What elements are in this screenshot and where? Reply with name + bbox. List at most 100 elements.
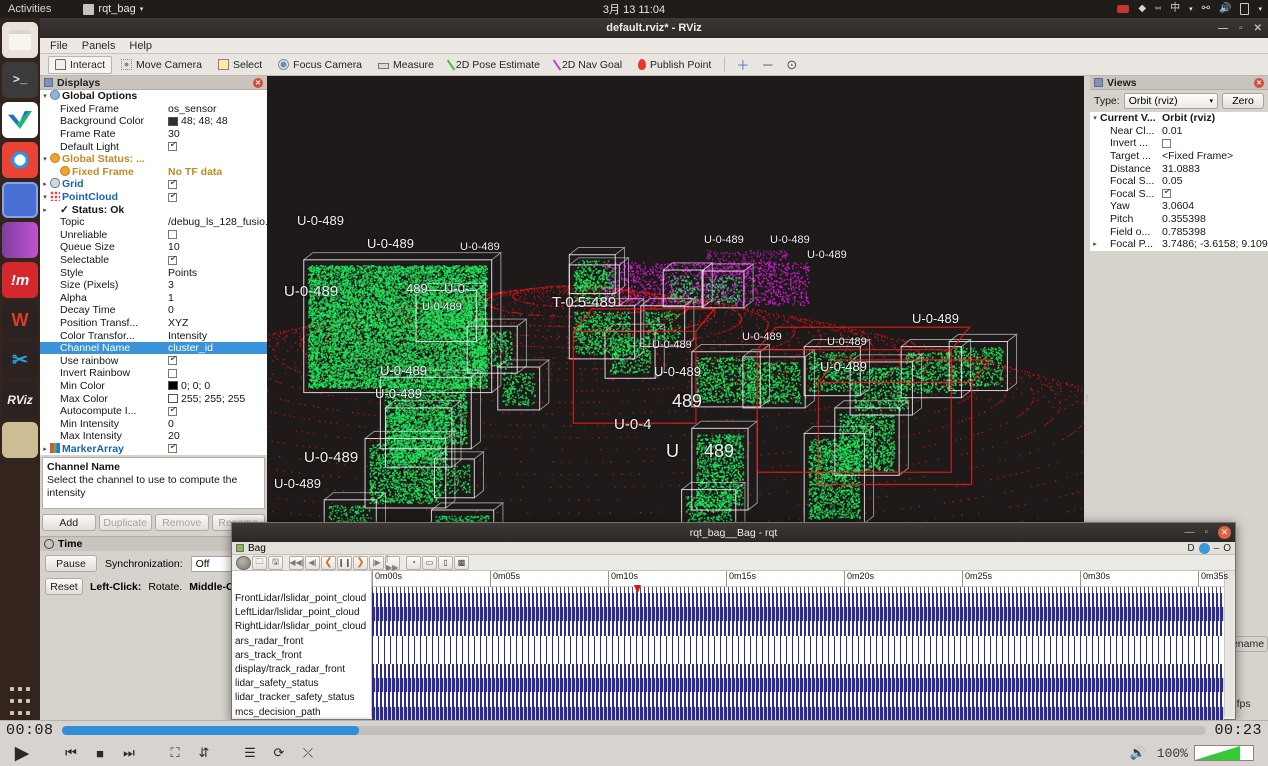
plugin-settings-icon[interactable] xyxy=(1199,543,1210,554)
dock-item-chrome[interactable] xyxy=(2,142,38,178)
expand-toggle-icon[interactable]: ▸ xyxy=(40,206,50,214)
expand-toggle-icon[interactable]: ▾ xyxy=(40,155,50,163)
add-tool-button[interactable]: ＋ xyxy=(731,55,754,74)
topic-row[interactable]: lidar_tracker_safety_status xyxy=(232,692,371,706)
close-icon[interactable]: ✕ xyxy=(1254,78,1264,88)
checkbox[interactable] xyxy=(168,142,177,151)
property-value-cell[interactable] xyxy=(168,230,267,239)
display-row[interactable]: ▸ ✓ Status: Ok xyxy=(40,203,267,216)
display-row[interactable]: Alpha 1 xyxy=(40,292,267,305)
property-value-cell[interactable]: 255; 255; 255 xyxy=(168,393,267,405)
last-frame-button[interactable]: |▶▶ xyxy=(385,556,400,570)
message-band[interactable] xyxy=(372,707,1224,721)
display-row[interactable]: ▸ MarkerArray xyxy=(40,443,267,456)
play-button[interactable]: ▶ xyxy=(6,741,38,765)
display-row[interactable]: Size (Pixels) 3 xyxy=(40,279,267,292)
topic-row[interactable]: ars_radar_front xyxy=(232,636,371,650)
display-row[interactable]: Autocompute I... xyxy=(40,405,267,418)
close-icon[interactable]: O xyxy=(1223,543,1231,554)
pause-button[interactable]: Pause xyxy=(45,555,97,572)
checkbox[interactable] xyxy=(168,407,177,416)
load-bag-button[interactable]: 🗀 xyxy=(252,556,267,570)
dock-item-im-app[interactable]: !m xyxy=(2,262,38,298)
tool-move-camera[interactable]: Move Camera xyxy=(114,56,209,74)
fullscreen-button[interactable]: ⛶ xyxy=(162,741,188,765)
close-icon[interactable]: ✕ xyxy=(253,78,263,88)
record-icon[interactable] xyxy=(1117,5,1129,13)
checkbox[interactable] xyxy=(168,193,177,202)
display-row[interactable]: Max Intensity 20 xyxy=(40,430,267,443)
chart-icon[interactable]: ⑅ xyxy=(1155,4,1161,14)
pause-button[interactable]: ❙❙ xyxy=(337,556,352,570)
dock-item-toolbox[interactable] xyxy=(2,422,38,458)
message-band[interactable] xyxy=(372,650,1224,664)
minimize-icon[interactable]: — xyxy=(1184,527,1194,538)
display-row[interactable]: Fixed Frame os_sensor xyxy=(40,103,267,116)
property-value-cell[interactable]: XYZ xyxy=(168,317,267,329)
topic-list[interactable]: FrontLidar/lslidar_point_cloud LeftLidar/… xyxy=(232,571,372,717)
rqt-timeline[interactable]: FrontLidar/lslidar_point_cloud LeftLidar/… xyxy=(232,571,1235,717)
expand-toggle-icon[interactable]: ▾ xyxy=(1090,114,1100,122)
color-swatch[interactable] xyxy=(168,381,178,390)
checkbox[interactable] xyxy=(168,180,177,189)
topic-row[interactable]: LeftLidar/lslidar_point_cloud xyxy=(232,607,371,621)
display-row[interactable]: Unreliable xyxy=(40,229,267,242)
timeline-scrollbar[interactable] xyxy=(1224,571,1235,717)
checkbox[interactable] xyxy=(168,444,177,453)
menu-panels[interactable]: Panels xyxy=(82,40,116,52)
view-property-row[interactable]: Distance 31.0883 xyxy=(1090,162,1268,175)
display-row[interactable]: Fixed Frame No TF data xyxy=(40,166,267,179)
view-property-row[interactable]: Focal S... xyxy=(1090,188,1268,201)
property-value-cell[interactable] xyxy=(168,407,267,416)
topic-row[interactable]: display/track_radar_front xyxy=(232,664,371,678)
remove-tool-button[interactable]: － xyxy=(756,55,779,74)
message-band[interactable] xyxy=(372,664,1224,678)
input-method-icon[interactable]: 中 xyxy=(1170,4,1180,14)
view-property-value-cell[interactable]: <Fixed Frame> xyxy=(1162,150,1268,162)
property-value-cell[interactable]: 20 xyxy=(168,430,267,442)
topic-row[interactable]: ars_track_front xyxy=(232,650,371,664)
loop-button[interactable]: ⟳ xyxy=(266,741,292,765)
view-property-row[interactable]: Target ... <Fixed Frame> xyxy=(1090,150,1268,163)
menu-file[interactable]: File xyxy=(50,40,68,52)
ethernet-icon[interactable]: ⚯ xyxy=(1202,4,1210,14)
expand-toggle-icon[interactable]: ▸ xyxy=(40,180,50,188)
network-app-icon[interactable]: ◆ xyxy=(1138,4,1146,14)
dock-item-wps[interactable]: W xyxy=(2,302,38,338)
view-property-row[interactable]: Focal S... 0.05 xyxy=(1090,175,1268,188)
volume-control[interactable]: 🔊 100% xyxy=(1125,741,1262,765)
view-property-value-cell[interactable]: 0.01 xyxy=(1162,125,1268,137)
view-property-row[interactable]: Invert ... xyxy=(1090,137,1268,150)
zero-button[interactable]: Zero xyxy=(1222,93,1264,109)
checkbox[interactable] xyxy=(168,369,177,378)
app-menu[interactable]: rqt_bag ▾ xyxy=(83,3,143,15)
maximize-icon[interactable]: ▫ xyxy=(1204,527,1208,538)
timeline-tracks[interactable]: 0m00s 0m05s 0m10s 0m15s 0m20s 0m25s 0m30s 0m35s xyxy=(372,571,1224,717)
topic-row[interactable]: RightLidar/lslidar_point_cloud xyxy=(232,621,371,635)
view-property-value-cell[interactable]: 3.0604 xyxy=(1162,200,1268,212)
zoom-in-button[interactable]: ▯ xyxy=(438,556,453,570)
save-bag-button[interactable]: 🖫 xyxy=(268,556,283,570)
checkbox[interactable] xyxy=(168,256,177,265)
display-row[interactable]: Position Transf... XYZ xyxy=(40,317,267,330)
display-row[interactable]: Decay Time 0 xyxy=(40,304,267,317)
tool-2d-nav-goal[interactable]: 2D Nav Goal xyxy=(549,56,629,74)
view-property-row[interactable]: Yaw 3.0604 xyxy=(1090,200,1268,213)
message-band[interactable] xyxy=(372,607,1224,621)
volume-icon[interactable]: 🔊 xyxy=(1219,4,1231,14)
topic-row[interactable]: lidar_safety_status xyxy=(232,678,371,692)
view-property-row[interactable]: Field o... 0.785398 xyxy=(1090,225,1268,238)
battery-icon[interactable] xyxy=(1240,3,1249,15)
dock-item-matlab[interactable] xyxy=(2,182,38,218)
tool-properties-button[interactable]: ⊙ xyxy=(781,57,802,73)
message-band[interactable] xyxy=(372,636,1224,650)
display-row[interactable]: Invert Rainbow xyxy=(40,367,267,380)
display-row[interactable]: Min Color 0; 0; 0 xyxy=(40,380,267,393)
chevron-down-icon[interactable]: ▾ xyxy=(1258,5,1262,13)
display-row[interactable]: Max Color 255; 255; 255 xyxy=(40,392,267,405)
topic-row[interactable]: FrontLidar/lslidar_point_cloud xyxy=(232,593,371,607)
shuffle-button[interactable]: ⤬ xyxy=(295,741,321,765)
property-value-cell[interactable]: 10 xyxy=(168,241,267,253)
view-property-value-cell[interactable]: Orbit (rviz) xyxy=(1162,112,1268,124)
view-property-row[interactable]: ▾ Current V... Orbit (rviz) xyxy=(1090,112,1268,125)
